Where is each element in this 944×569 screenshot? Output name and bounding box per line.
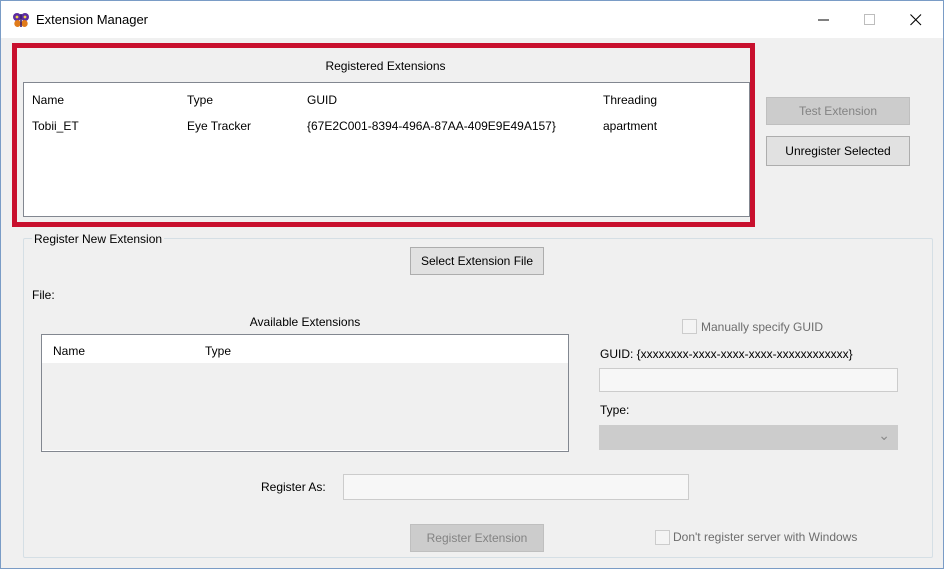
available-column-type[interactable]: Type: [205, 344, 231, 358]
select-extension-file-button[interactable]: Select Extension File: [410, 247, 544, 275]
register-new-extension-label: Register New Extension: [32, 232, 165, 246]
close-button[interactable]: [893, 1, 939, 38]
chevron-down-icon: ⌄: [878, 427, 890, 443]
manually-specify-guid-label: Manually specify GUID: [701, 320, 824, 334]
guid-input[interactable]: [599, 368, 898, 392]
register-as-input[interactable]: [343, 474, 689, 500]
available-list-header: Name Type: [42, 335, 568, 364]
close-icon: [910, 13, 922, 25]
test-extension-button[interactable]: Test Extension: [766, 97, 910, 125]
register-as-label: Register As:: [261, 480, 326, 494]
minimize-icon: [818, 19, 829, 20]
extension-manager-window: Extension Manager Registered Extensions …: [0, 0, 944, 569]
manually-specify-guid-checkbox[interactable]: [682, 319, 697, 334]
app-butterfly-icon: [13, 13, 29, 27]
type-dropdown[interactable]: ⌄: [599, 425, 898, 450]
available-column-name[interactable]: Name: [53, 344, 85, 358]
file-label: File:: [32, 288, 55, 302]
guid-label: GUID: {xxxxxxxx-xxxx-xxxx-xxxx-xxxxxxxxx…: [600, 347, 853, 361]
minimize-button[interactable]: [801, 1, 847, 38]
dont-register-server-label: Don't register server with Windows: [673, 530, 858, 544]
available-list-body[interactable]: [42, 364, 568, 450]
maximize-icon: [864, 13, 875, 25]
register-extension-button[interactable]: Register Extension: [410, 524, 544, 552]
dont-register-server-checkbox[interactable]: [655, 530, 670, 545]
available-extensions-title: Available Extensions: [249, 315, 361, 329]
highlight-rectangle: [12, 43, 755, 227]
window-title: Extension Manager: [36, 12, 149, 27]
title-bar[interactable]: Extension Manager: [1, 1, 943, 38]
available-extensions-list[interactable]: Name Type: [41, 334, 569, 452]
type-label: Type:: [600, 403, 630, 417]
maximize-button[interactable]: [847, 1, 893, 38]
unregister-selected-button[interactable]: Unregister Selected: [766, 136, 910, 166]
